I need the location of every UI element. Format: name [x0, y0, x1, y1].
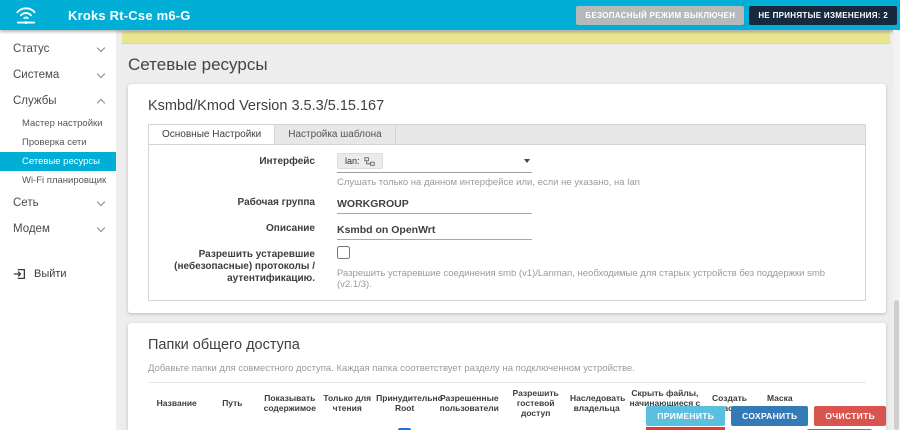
ksmbd-card-title: Ksmbd/Kmod Version 3.5.3/5.15.167 — [148, 98, 866, 114]
settings-tabbar: Основные Настройки Настройка шаблона — [149, 125, 865, 145]
interface-label: Интерфейс — [163, 153, 315, 188]
select-caret-icon — [524, 159, 530, 163]
chevron-up-icon — [97, 98, 105, 106]
shared-folders-description: Добавьте папки для совместного доступа. … — [148, 363, 866, 374]
sidebar-item-label: Модем — [13, 223, 50, 235]
col-force-root: Принудительно Root — [374, 383, 435, 424]
sidebar-item-status[interactable]: Статус — [0, 36, 116, 62]
sidebar-subitem-network-check[interactable]: Проверка сети — [0, 133, 116, 152]
sidebar-subitem-setup-wizard[interactable]: Мастер настройки — [0, 114, 116, 133]
interface-chip-label: lan: — [345, 156, 360, 166]
interface-hint: Слушать только на данном интерфейсе или,… — [337, 177, 851, 188]
sidebar-item-network[interactable]: Сеть — [0, 190, 116, 216]
logout-icon — [13, 267, 27, 281]
chevron-down-icon — [97, 197, 105, 205]
apply-button[interactable]: ПРИМЕНИТЬ — [646, 406, 725, 426]
legacy-protocols-label: Разрешить устаревшие (небезопасные) прот… — [163, 246, 315, 290]
sidebar-item-modem[interactable]: Модем — [0, 216, 116, 242]
col-guest-access: Разрешить гостевой доступ — [503, 383, 568, 424]
interface-select[interactable]: lan: — [337, 153, 532, 173]
wifi-antenna-icon — [13, 4, 39, 26]
col-inherit-owner: Наследовать владельца — [568, 383, 625, 424]
col-name: Название — [148, 383, 205, 424]
description-input[interactable] — [337, 222, 532, 240]
chevron-down-icon — [97, 69, 105, 77]
legacy-protocols-checkbox[interactable] — [337, 246, 350, 259]
general-settings-panel: Интерфейс lan: — [149, 145, 865, 300]
sidebar-item-label: Службы — [13, 95, 57, 107]
sidebar-item-services[interactable]: Службы — [0, 88, 116, 114]
chevron-down-icon — [97, 43, 105, 51]
sidebar: Статус Система Службы Мастер настройки П… — [0, 30, 116, 430]
sidebar-subitem-wifi-scheduler[interactable]: Wi-Fi планировщик — [0, 171, 116, 190]
footer-actions: ПРИМЕНИТЬ СОХРАНИТЬ ОЧИСТИТЬ — [646, 406, 886, 426]
logout-label: Выйти — [34, 268, 67, 280]
safe-mode-button[interactable]: БЕЗОПАСНЫЙ РЕЖИМ ВЫКЛЮЧЕН — [576, 6, 744, 25]
settings-tabbox: Основные Настройки Настройка шаблона Инт… — [148, 124, 866, 301]
workgroup-label: Рабочая группа — [163, 194, 315, 214]
tab-general-settings[interactable]: Основные Настройки — [149, 125, 275, 144]
col-browseable: Показывать содержимое — [259, 383, 320, 424]
sidebar-item-label: Статус — [13, 43, 49, 55]
sidebar-subitem-network-shares[interactable]: Сетевые ресурсы — [0, 152, 116, 171]
network-bridge-icon — [364, 157, 375, 166]
col-read-only: Только для чтения — [320, 383, 374, 424]
tab-template-settings[interactable]: Настройка шаблона — [275, 125, 395, 144]
logout-button[interactable]: Выйти — [0, 260, 116, 288]
workgroup-input[interactable] — [337, 196, 532, 214]
notification-bar — [122, 31, 890, 44]
col-path: Путь — [205, 383, 259, 424]
device-title: Kroks Rt-Cse m6-G — [68, 8, 191, 23]
interface-chip-lan[interactable]: lan: — [337, 153, 383, 169]
ksmbd-settings-card: Ksmbd/Kmod Version 3.5.3/5.15.167 Основн… — [128, 84, 886, 313]
shared-folders-title: Папки общего доступа — [148, 337, 866, 353]
main-content: Сетевые ресурсы Ksmbd/Kmod Version 3.5.3… — [116, 30, 900, 430]
app-header: Kroks Rt-Cse m6-G БЕЗОПАСНЫЙ РЕЖИМ ВЫКЛЮ… — [0, 0, 900, 30]
save-button[interactable]: СОХРАНИТЬ — [731, 406, 808, 426]
page-title: Сетевые ресурсы — [128, 55, 900, 75]
sidebar-item-label: Система — [13, 69, 59, 81]
sidebar-item-system[interactable]: Система — [0, 62, 116, 88]
description-label: Описание — [163, 220, 315, 240]
col-allowed-users: Разрешенные пользователи — [435, 383, 503, 424]
reset-button[interactable]: ОЧИСТИТЬ — [814, 406, 886, 426]
router-logo — [0, 4, 52, 26]
chevron-down-icon — [97, 223, 105, 231]
unsaved-changes-button[interactable]: НЕ ПРИНЯТЫЕ ИЗМЕНЕНИЯ: 2 — [749, 6, 897, 25]
sidebar-item-label: Сеть — [13, 197, 39, 209]
scrollbar-thumb[interactable] — [894, 300, 899, 430]
page-scrollbar[interactable] — [893, 30, 900, 430]
legacy-protocols-hint: Разрешить устаревшие соединения smb (v1)… — [337, 268, 851, 290]
